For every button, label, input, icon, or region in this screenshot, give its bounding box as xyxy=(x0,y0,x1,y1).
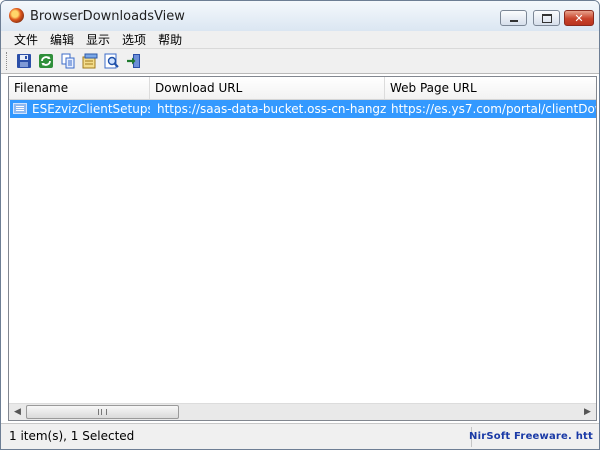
column-header-filename[interactable]: Filename xyxy=(9,77,150,99)
save-icon xyxy=(17,54,31,68)
minimize-icon xyxy=(509,19,518,22)
cell-filename: ESEzvizClientSetups.... xyxy=(32,102,150,116)
toolbar-grip[interactable] xyxy=(6,52,9,70)
exit-icon xyxy=(127,54,140,68)
scrollbar-thumb[interactable] xyxy=(26,405,179,419)
scroll-right-button[interactable]: ▶ xyxy=(579,404,596,420)
list-header: Filename Download URL Web Page URL xyxy=(9,77,596,100)
cell-download-url: https://saas-data-bucket.oss-cn-hangz... xyxy=(157,102,386,116)
properties-icon xyxy=(82,53,98,69)
close-icon: ✕ xyxy=(574,11,584,25)
find-icon xyxy=(104,53,119,69)
file-icon xyxy=(13,103,27,114)
arrow-left-icon: ◀ xyxy=(14,407,21,417)
maximize-icon xyxy=(541,13,552,23)
maximize-button[interactable] xyxy=(533,10,560,26)
save-button[interactable] xyxy=(16,53,32,69)
properties-button[interactable] xyxy=(82,53,98,69)
grip-icon xyxy=(98,409,107,415)
menu-file[interactable]: 文件 xyxy=(1,31,44,48)
refresh-icon xyxy=(39,54,53,68)
app-icon xyxy=(9,8,24,23)
find-button[interactable] xyxy=(104,53,120,69)
menu-edit[interactable]: 编辑 xyxy=(44,31,80,48)
menu-view[interactable]: 显示 xyxy=(80,31,116,48)
menu-help[interactable]: 帮助 xyxy=(152,31,188,48)
scroll-left-button[interactable]: ◀ xyxy=(9,404,26,420)
status-bar: 1 item(s), 1 Selected NirSoft Freeware. … xyxy=(1,423,599,449)
title-bar[interactable]: BrowserDownloadsView ✕ xyxy=(1,1,599,31)
copy-icon xyxy=(61,53,75,69)
nirsoft-link[interactable]: NirSoft Freeware. htt xyxy=(469,431,593,442)
toolbar xyxy=(1,48,599,74)
window-title: BrowserDownloadsView xyxy=(30,9,185,24)
cell-web-page-url: https://es.ys7.com/portal/clientDownl xyxy=(391,102,597,116)
column-header-web-page-url[interactable]: Web Page URL xyxy=(385,77,596,99)
table-row[interactable]: ESEzvizClientSetups.... https://saas-dat… xyxy=(10,100,597,118)
copy-button[interactable] xyxy=(60,53,76,69)
minimize-button[interactable] xyxy=(500,10,527,26)
downloads-list[interactable]: Filename Download URL Web Page URL ESEzv… xyxy=(8,76,597,421)
arrow-right-icon: ▶ xyxy=(584,407,591,417)
menu-options[interactable]: 选项 xyxy=(116,31,152,48)
menu-bar: 文件 编辑 显示 选项 帮助 xyxy=(1,31,599,48)
status-item-count: 1 item(s), 1 Selected xyxy=(9,429,135,443)
exit-button[interactable] xyxy=(126,53,142,69)
horizontal-scrollbar[interactable]: ◀ ▶ xyxy=(9,403,596,420)
column-header-download-url[interactable]: Download URL xyxy=(150,77,385,99)
close-button[interactable]: ✕ xyxy=(564,10,594,26)
app-window: BrowserDownloadsView ✕ 文件 编辑 显示 选项 帮助 Fi… xyxy=(0,0,600,450)
refresh-button[interactable] xyxy=(38,53,54,69)
